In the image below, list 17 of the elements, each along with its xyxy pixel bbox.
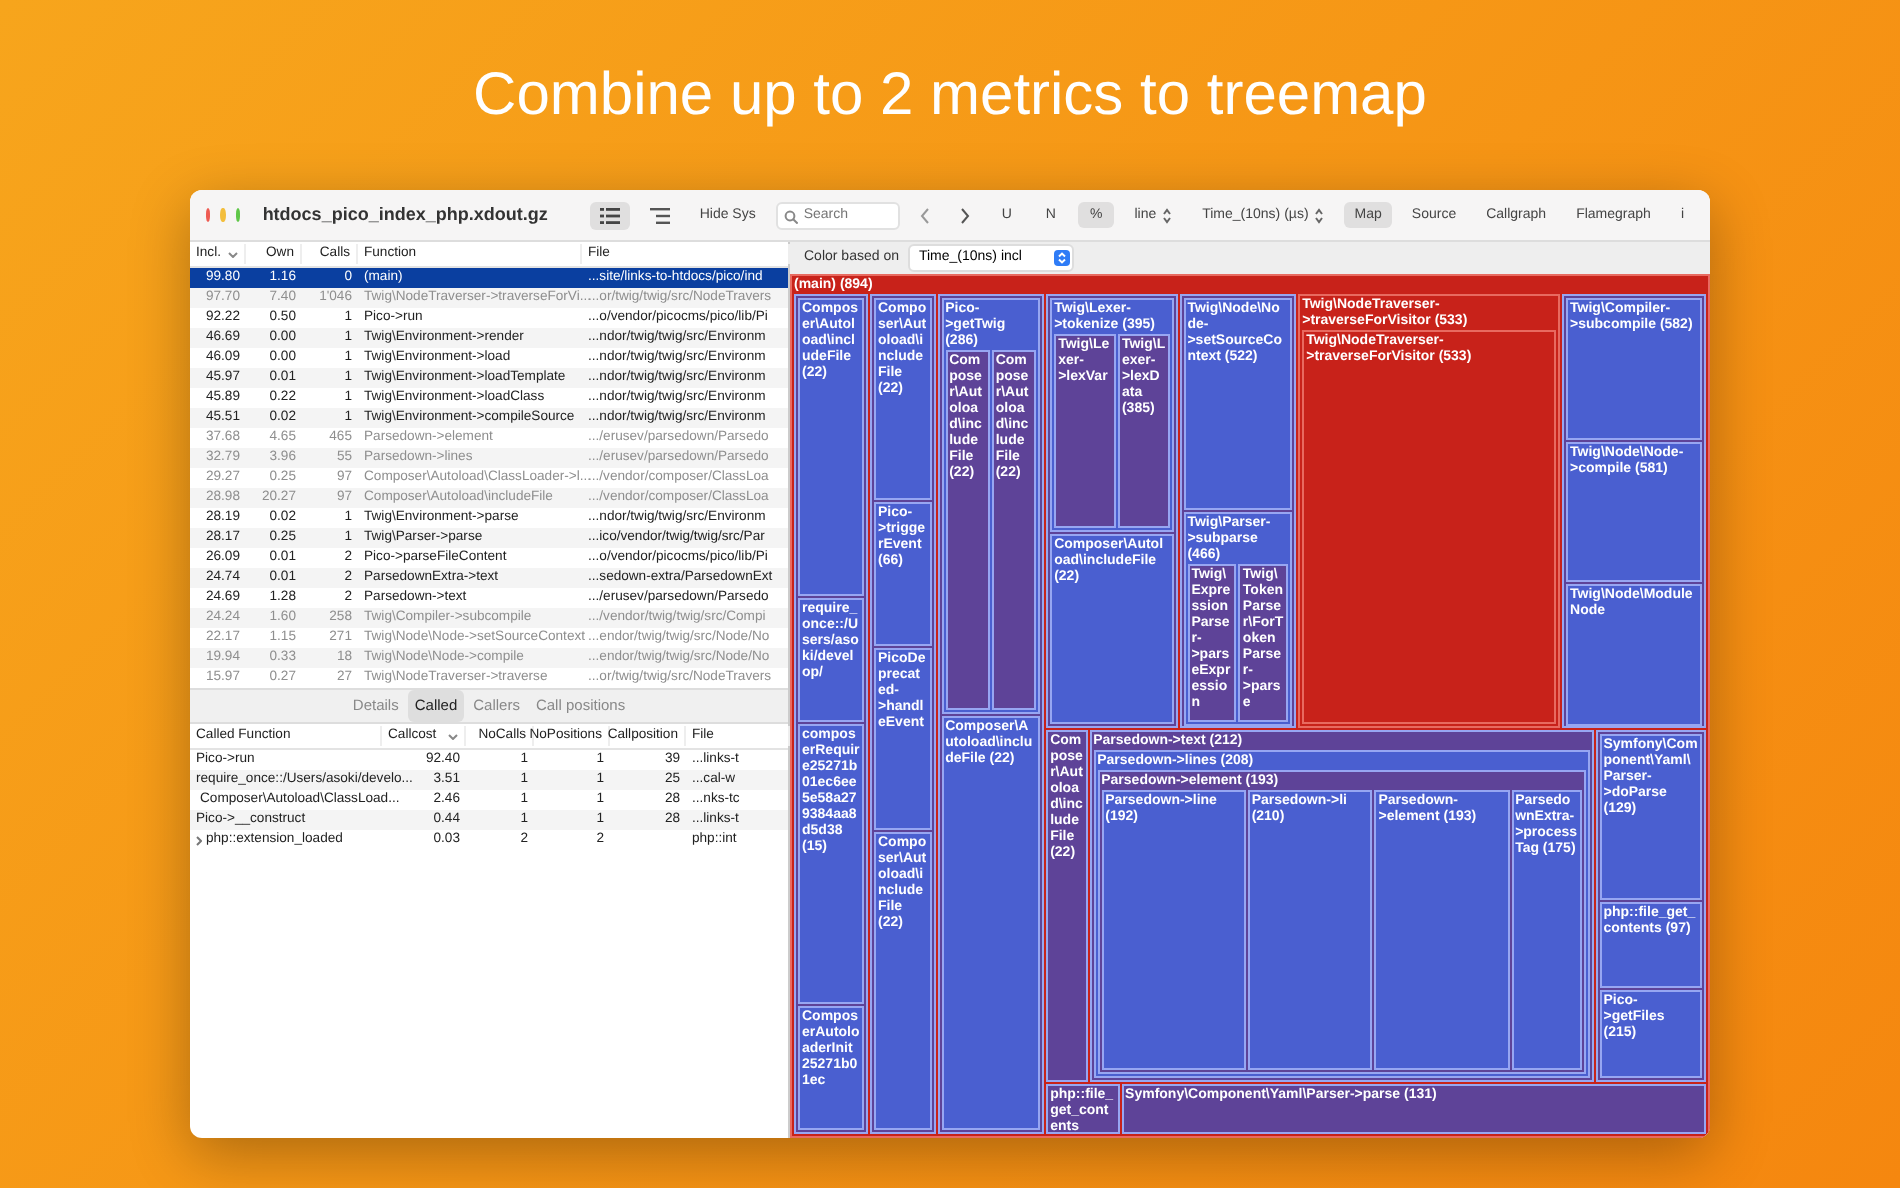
list-icon xyxy=(599,207,620,223)
expand-chevron-icon xyxy=(196,835,202,845)
sort-caret-icon xyxy=(228,251,238,257)
zoom-button[interactable] xyxy=(235,208,241,222)
window-title: htdocs_pico_index_php.xdout.gz xyxy=(262,201,548,228)
updown-icon xyxy=(1162,207,1173,223)
list-view-button[interactable] xyxy=(589,201,630,229)
sort-caret-icon xyxy=(448,733,458,739)
search-icon xyxy=(783,209,798,223)
close-button[interactable] xyxy=(206,208,211,222)
chevron-right-icon xyxy=(959,207,970,223)
outline-icon xyxy=(649,207,670,223)
updown-icon xyxy=(1314,207,1325,223)
minimize-button[interactable] xyxy=(220,208,226,222)
headline: Combine up to 2 metrics to treemap xyxy=(471,60,1429,132)
stepper-icon xyxy=(1053,250,1070,266)
chevron-left-icon xyxy=(919,207,930,223)
